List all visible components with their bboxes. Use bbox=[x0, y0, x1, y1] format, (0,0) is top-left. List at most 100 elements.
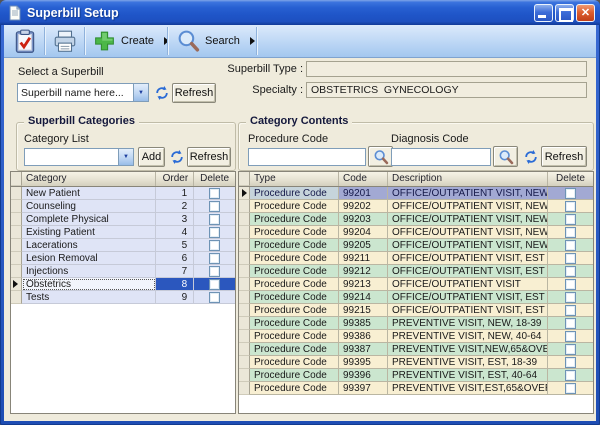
maximize-button[interactable] bbox=[555, 4, 574, 22]
delete-checkbox[interactable] bbox=[209, 227, 220, 238]
category-cell[interactable]: Counseling bbox=[22, 200, 156, 213]
category-row[interactable]: Injections7 bbox=[11, 265, 235, 278]
description-cell[interactable]: OFFICE/OUTPATIENT VISIT, EST bbox=[388, 304, 548, 317]
category-cell[interactable]: Existing Patient bbox=[22, 226, 156, 239]
contents-refresh-button[interactable]: Refresh bbox=[541, 146, 587, 167]
delete-cell[interactable] bbox=[548, 252, 593, 265]
procedure-row[interactable]: Procedure Code99386PREVENTIVE VISIT, NEW… bbox=[239, 330, 593, 343]
category-row[interactable]: New Patient1 bbox=[11, 187, 235, 200]
category-cell[interactable]: Lacerations bbox=[22, 239, 156, 252]
row-selector[interactable] bbox=[239, 226, 250, 239]
type-cell[interactable]: Procedure Code bbox=[250, 239, 339, 252]
delete-cell[interactable] bbox=[548, 330, 593, 343]
code-cell[interactable]: 99387 bbox=[339, 343, 388, 356]
code-cell[interactable]: 99202 bbox=[339, 200, 388, 213]
type-cell[interactable]: Procedure Code bbox=[250, 330, 339, 343]
delete-cell[interactable] bbox=[548, 317, 593, 330]
code-cell[interactable]: 99395 bbox=[339, 356, 388, 369]
code-cell[interactable]: 99397 bbox=[339, 382, 388, 395]
order-cell[interactable]: 3 bbox=[156, 213, 194, 226]
row-selector[interactable] bbox=[239, 317, 250, 330]
procedure-row[interactable]: Procedure Code99214OFFICE/OUTPATIENT VIS… bbox=[239, 291, 593, 304]
delete-cell[interactable] bbox=[194, 278, 235, 291]
row-selector[interactable] bbox=[239, 343, 250, 356]
delete-checkbox[interactable] bbox=[565, 305, 576, 316]
delete-cell[interactable] bbox=[548, 369, 593, 382]
delete-checkbox[interactable] bbox=[565, 331, 576, 342]
category-cell[interactable]: Obstetrics bbox=[22, 278, 156, 291]
print-button[interactable] bbox=[52, 28, 78, 55]
order-cell[interactable]: 1 bbox=[156, 187, 194, 200]
type-cell[interactable]: Procedure Code bbox=[250, 356, 339, 369]
delete-cell[interactable] bbox=[548, 200, 593, 213]
row-selector[interactable] bbox=[11, 200, 22, 213]
order-cell[interactable]: 2 bbox=[156, 200, 194, 213]
delete-cell[interactable] bbox=[194, 252, 235, 265]
order-cell[interactable]: 6 bbox=[156, 252, 194, 265]
code-cell[interactable]: 99215 bbox=[339, 304, 388, 317]
diagnosis-code-input[interactable] bbox=[391, 148, 491, 166]
order-cell[interactable]: 7 bbox=[156, 265, 194, 278]
current-row-marker[interactable] bbox=[11, 278, 22, 291]
procedure-row[interactable]: Procedure Code99204OFFICE/OUTPATIENT VIS… bbox=[239, 226, 593, 239]
procedure-row[interactable]: Procedure Code99201OFFICE/OUTPATIENT VIS… bbox=[239, 187, 593, 200]
row-selector[interactable] bbox=[239, 304, 250, 317]
delete-cell[interactable] bbox=[548, 265, 593, 278]
add-category-button[interactable]: Add bbox=[138, 147, 165, 167]
type-cell[interactable]: Procedure Code bbox=[250, 252, 339, 265]
delete-checkbox[interactable] bbox=[565, 227, 576, 238]
procedure-row[interactable]: Procedure Code99215OFFICE/OUTPATIENT VIS… bbox=[239, 304, 593, 317]
row-selector[interactable] bbox=[239, 356, 250, 369]
category-cell[interactable]: Injections bbox=[22, 265, 156, 278]
type-cell[interactable]: Procedure Code bbox=[250, 382, 339, 395]
row-selector[interactable] bbox=[11, 252, 22, 265]
delete-cell[interactable] bbox=[194, 200, 235, 213]
column-header-type[interactable]: Type bbox=[250, 172, 339, 186]
procedure-row[interactable]: Procedure Code99211OFFICE/OUTPATIENT VIS… bbox=[239, 252, 593, 265]
row-selector[interactable] bbox=[11, 226, 22, 239]
description-cell[interactable]: OFFICE/OUTPATIENT VISIT, EST bbox=[388, 291, 548, 304]
category-row[interactable]: Lacerations5 bbox=[11, 239, 235, 252]
procedure-row[interactable]: Procedure Code99387PREVENTIVE VISIT,NEW,… bbox=[239, 343, 593, 356]
type-cell[interactable]: Procedure Code bbox=[250, 304, 339, 317]
description-cell[interactable]: OFFICE/OUTPATIENT VISIT, NEW bbox=[388, 187, 548, 200]
row-selector[interactable] bbox=[239, 252, 250, 265]
row-selector[interactable] bbox=[239, 200, 250, 213]
type-cell[interactable]: Procedure Code bbox=[250, 200, 339, 213]
description-cell[interactable]: OFFICE/OUTPATIENT VISIT, NEW bbox=[388, 200, 548, 213]
code-cell[interactable]: 99386 bbox=[339, 330, 388, 343]
chevron-down-icon[interactable]: ▼ bbox=[118, 149, 133, 165]
description-cell[interactable]: OFFICE/OUTPATIENT VISIT bbox=[388, 278, 548, 291]
description-cell[interactable]: OFFICE/OUTPATIENT VISIT, NEW bbox=[388, 239, 548, 252]
delete-checkbox[interactable] bbox=[565, 357, 576, 368]
type-cell[interactable]: Procedure Code bbox=[250, 369, 339, 382]
code-cell[interactable]: 99211 bbox=[339, 252, 388, 265]
description-cell[interactable]: PREVENTIVE VISIT, EST, 18-39 bbox=[388, 356, 548, 369]
type-cell[interactable]: Procedure Code bbox=[250, 343, 339, 356]
row-selector[interactable] bbox=[239, 330, 250, 343]
category-row[interactable]: Complete Physical3 bbox=[11, 213, 235, 226]
delete-checkbox[interactable] bbox=[565, 383, 576, 394]
delete-checkbox[interactable] bbox=[209, 266, 220, 277]
delete-checkbox[interactable] bbox=[209, 240, 220, 251]
description-cell[interactable]: PREVENTIVE VISIT,NEW,65&OVER bbox=[388, 343, 548, 356]
type-cell[interactable]: Procedure Code bbox=[250, 265, 339, 278]
delete-checkbox[interactable] bbox=[565, 266, 576, 277]
delete-cell[interactable] bbox=[548, 239, 593, 252]
delete-cell[interactable] bbox=[548, 382, 593, 395]
description-cell[interactable]: OFFICE/OUTPATIENT VISIT, NEW bbox=[388, 213, 548, 226]
delete-checkbox[interactable] bbox=[565, 344, 576, 355]
delete-cell[interactable] bbox=[194, 226, 235, 239]
description-cell[interactable]: OFFICE/OUTPATIENT VISIT, EST bbox=[388, 265, 548, 278]
delete-checkbox[interactable] bbox=[565, 240, 576, 251]
code-cell[interactable]: 99214 bbox=[339, 291, 388, 304]
delete-checkbox[interactable] bbox=[565, 214, 576, 225]
code-cell[interactable]: 99204 bbox=[339, 226, 388, 239]
procedure-search-button[interactable] bbox=[368, 146, 393, 167]
column-header-code[interactable]: Code bbox=[339, 172, 388, 186]
delete-cell[interactable] bbox=[548, 291, 593, 304]
delete-cell[interactable] bbox=[194, 239, 235, 252]
delete-checkbox[interactable] bbox=[209, 279, 220, 290]
categories-refresh-button[interactable]: Refresh bbox=[187, 147, 231, 167]
code-cell[interactable]: 99203 bbox=[339, 213, 388, 226]
